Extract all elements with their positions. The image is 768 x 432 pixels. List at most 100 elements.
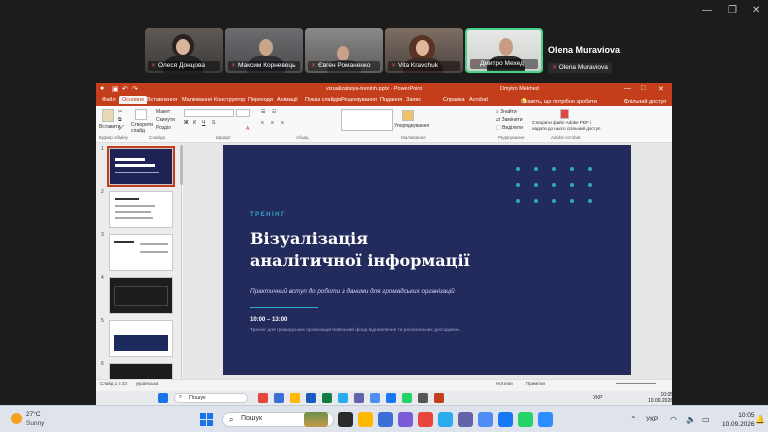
word-icon[interactable] bbox=[306, 393, 316, 403]
volume-icon[interactable]: 🔈 bbox=[686, 415, 696, 424]
maximize-icon[interactable]: □ bbox=[641, 85, 645, 92]
restore-icon[interactable]: ❐ bbox=[728, 5, 737, 16]
battery-icon[interactable]: ▭ bbox=[702, 415, 710, 424]
app-icon[interactable] bbox=[418, 393, 428, 403]
language-indicator[interactable]: українська bbox=[136, 381, 158, 386]
section-button[interactable]: Розділ bbox=[156, 125, 171, 131]
undo-icon[interactable]: ↶ bbox=[122, 85, 128, 93]
slide-thumbnail[interactable] bbox=[107, 146, 175, 187]
weather-description[interactable]: Sunny bbox=[26, 420, 44, 427]
new-slide-button[interactable]: Створити слайд bbox=[131, 122, 155, 134]
slide-thumbnail[interactable] bbox=[109, 191, 173, 228]
teams-icon[interactable] bbox=[354, 393, 364, 403]
notifications-icon[interactable]: 🔔 bbox=[755, 415, 765, 424]
arrange-icon[interactable] bbox=[402, 110, 414, 121]
tab-file[interactable]: Файл bbox=[102, 97, 116, 103]
meeting-app-icon[interactable] bbox=[538, 412, 553, 427]
remote-clock[interactable]: 10:05 10.09.2026 bbox=[648, 392, 673, 404]
comments-button[interactable]: Примітки bbox=[526, 381, 545, 386]
whatsapp-icon[interactable] bbox=[402, 393, 412, 403]
underline-icon[interactable]: Ч bbox=[202, 120, 205, 126]
new-slide-icon[interactable] bbox=[135, 109, 147, 120]
reset-button[interactable]: Скинути bbox=[156, 117, 175, 123]
tab-record[interactable]: Запис bbox=[406, 97, 421, 103]
font-size-select[interactable] bbox=[236, 109, 250, 117]
replace-button[interactable]: ⇄ Замінити bbox=[496, 117, 523, 123]
autosave-icon[interactable]: ● bbox=[100, 85, 104, 92]
font-name-select[interactable] bbox=[184, 109, 234, 117]
slide-thumbnail[interactable] bbox=[109, 234, 173, 271]
messenger-icon[interactable] bbox=[498, 412, 513, 427]
file-explorer-icon[interactable] bbox=[290, 393, 300, 403]
strikethrough-icon[interactable]: S bbox=[212, 120, 215, 126]
slide-thumbnail[interactable] bbox=[109, 363, 173, 379]
shapes-gallery[interactable] bbox=[341, 109, 393, 131]
participant-tile[interactable]: ✕ Олеся Донцова bbox=[145, 28, 223, 73]
tab-insert[interactable]: Вставлення bbox=[147, 97, 177, 103]
messenger-icon[interactable] bbox=[386, 393, 396, 403]
participant-tile[interactable]: ✕ Євген Романенко bbox=[305, 28, 383, 73]
font-color-icon[interactable]: A bbox=[246, 126, 249, 132]
participant-tile[interactable]: ✕ Vita Kravchuk bbox=[385, 28, 463, 73]
sun-icon[interactable] bbox=[11, 413, 22, 424]
tab-slideshow[interactable]: Показ слайдів bbox=[305, 97, 341, 103]
select-button[interactable]: ⬚ Виділити bbox=[496, 125, 523, 131]
tab-acrobat[interactable]: Acrobat bbox=[469, 97, 488, 103]
language-indicator[interactable]: УКР bbox=[593, 395, 602, 401]
save-icon[interactable]: ▣ bbox=[112, 85, 119, 93]
weather-temperature[interactable]: 27°C bbox=[26, 411, 41, 418]
minimize-icon[interactable]: — bbox=[624, 85, 631, 92]
telegram-icon[interactable] bbox=[338, 393, 348, 403]
telegram-icon[interactable] bbox=[438, 412, 453, 427]
chevron-up-icon[interactable]: ⌃ bbox=[630, 415, 637, 424]
copy-icon[interactable]: ⧉ bbox=[118, 117, 122, 123]
slide-thumbnail[interactable] bbox=[109, 320, 173, 357]
task-view-icon[interactable] bbox=[338, 412, 353, 427]
edge-icon[interactable] bbox=[274, 393, 284, 403]
layout-button[interactable]: Макет bbox=[156, 109, 170, 115]
remote-search-box[interactable]: ⌕ Пошук bbox=[174, 393, 248, 403]
tab-help[interactable]: Справка bbox=[443, 97, 465, 103]
powerpoint-icon[interactable] bbox=[434, 393, 444, 403]
paste-icon[interactable] bbox=[102, 109, 114, 122]
zoom-icon[interactable] bbox=[478, 412, 493, 427]
tab-home[interactable]: Основне bbox=[119, 96, 148, 104]
language-indicator[interactable]: УКР bbox=[646, 416, 658, 423]
bold-icon[interactable]: Ж bbox=[184, 120, 189, 126]
slide-thumbnails-pane[interactable]: 1 2 3 4 5 6 bbox=[96, 143, 182, 379]
tab-view[interactable]: Подання bbox=[380, 97, 402, 103]
create-adobe-pdf-button[interactable]: Створити файл Adobe PDF і надати до ньог… bbox=[532, 120, 604, 132]
tab-design[interactable]: Конструктор bbox=[214, 97, 245, 103]
zoom-icon[interactable] bbox=[370, 393, 380, 403]
windows-start-icon[interactable] bbox=[158, 393, 168, 403]
excel-icon[interactable] bbox=[322, 393, 332, 403]
close-icon[interactable]: ✕ bbox=[752, 5, 760, 16]
cut-icon[interactable]: ✂ bbox=[118, 109, 122, 115]
arrange-button[interactable]: Упорядкування bbox=[394, 123, 429, 129]
file-explorer-icon[interactable] bbox=[358, 412, 373, 427]
chrome-icon[interactable] bbox=[418, 412, 433, 427]
windows-start-icon[interactable] bbox=[200, 413, 213, 426]
bullets-icon[interactable]: ☰ bbox=[261, 109, 265, 115]
participant-tile-active-speaker[interactable]: ✕ Дмитро Мехед bbox=[465, 28, 543, 73]
notes-button[interactable]: Нотатки bbox=[496, 381, 513, 386]
numbering-icon[interactable]: ☷ bbox=[272, 109, 276, 115]
chrome-icon[interactable] bbox=[258, 393, 268, 403]
edge-icon[interactable] bbox=[378, 412, 393, 427]
current-slide[interactable]: ТРЕНІНГ Візуалізація аналітичної інформа… bbox=[223, 145, 631, 375]
align-center-icon[interactable]: ≡ bbox=[271, 120, 274, 126]
whatsapp-icon[interactable] bbox=[518, 412, 533, 427]
tab-review[interactable]: Рецензування bbox=[341, 97, 377, 103]
zoom-slider[interactable] bbox=[616, 383, 656, 384]
redo-icon[interactable]: ↷ bbox=[132, 85, 138, 93]
tab-draw[interactable]: Малювання bbox=[182, 97, 212, 103]
tab-transitions[interactable]: Переходи bbox=[248, 97, 273, 103]
minimize-icon[interactable]: — bbox=[702, 5, 712, 16]
align-right-icon[interactable]: ≡ bbox=[281, 120, 284, 126]
participant-tile[interactable]: ✕ Максим Корневець bbox=[225, 28, 303, 73]
teams-icon[interactable] bbox=[458, 412, 473, 427]
user-name[interactable]: Dmytro Mekhed bbox=[500, 86, 539, 92]
clock[interactable]: 10:05 10.09.2026 bbox=[722, 411, 755, 429]
adobe-pdf-icon[interactable] bbox=[560, 109, 569, 119]
search-highlight-icon[interactable] bbox=[304, 412, 328, 427]
